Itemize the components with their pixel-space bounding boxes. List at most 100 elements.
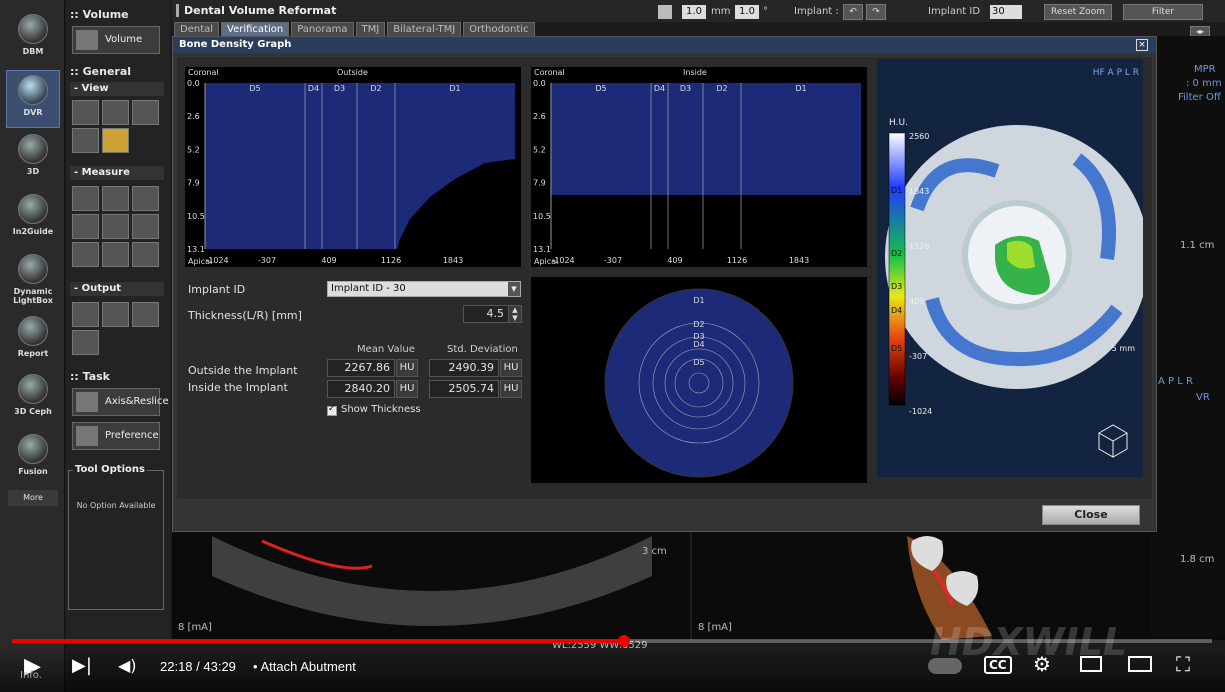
miniplayer-icon[interactable] xyxy=(1080,656,1102,672)
inside-x-tick: 409 xyxy=(667,256,682,265)
inside-std-value: 2505.74 xyxy=(429,380,499,398)
sidebar-item-in2guide[interactable]: In2Guide xyxy=(6,190,60,248)
sidebar-item-3d-ceph[interactable]: 3D Ceph xyxy=(6,370,60,428)
pan-tool-icon[interactable] xyxy=(72,100,99,125)
sidebar-item-dbm[interactable]: DBM xyxy=(6,10,60,68)
outside-mean-unit: HU xyxy=(396,359,418,377)
mpr-viewport[interactable]: MPR : 0 mm Filter Off 1.1 cm A P L R VR … xyxy=(1150,36,1225,636)
eraser-tool-icon[interactable] xyxy=(102,242,129,267)
orientation-label: A P L R xyxy=(1158,376,1193,387)
thickness-spinner[interactable]: 4.5 xyxy=(463,305,509,323)
inside-zone-label: D3 xyxy=(680,84,691,93)
hu-value-label: 2560 xyxy=(909,132,929,141)
tab-dental[interactable]: Dental xyxy=(174,22,220,36)
thickness-input[interactable]: 1.0 xyxy=(682,5,706,19)
3d-icon xyxy=(18,134,48,164)
inside-apical-label: Apical xyxy=(534,257,559,266)
disc-tool-icon[interactable] xyxy=(72,330,99,355)
ruler-tool-icon[interactable] xyxy=(72,186,99,211)
settings-gear-icon[interactable]: ⚙ xyxy=(1033,652,1051,676)
tool-panel: :: Volume Volume :: General - View - Mea… xyxy=(66,0,170,640)
dialog-titlebar[interactable]: Bone Density Graph × xyxy=(173,37,1156,53)
sidebar-item-3d[interactable]: 3D xyxy=(6,130,60,188)
task-heading: :: Task xyxy=(70,370,110,383)
dialog-close-icon[interactable]: × xyxy=(1136,39,1148,51)
annotation-tool-icon[interactable] xyxy=(102,128,129,153)
outside-coronal-label: Coronal xyxy=(188,68,219,77)
sidebar-item-fusion[interactable]: Fusion xyxy=(6,430,60,488)
filter-off-label: Filter Off xyxy=(1178,92,1221,103)
next-icon[interactable]: ▶| xyxy=(72,655,92,676)
inside-y-tick: 5.2 xyxy=(533,145,546,154)
zoom-tool-icon[interactable] xyxy=(102,100,129,125)
dialog-title: Bone Density Graph xyxy=(179,39,292,50)
sidebar-item-report[interactable]: Report xyxy=(6,312,60,370)
bone-density-dialog: Bone Density Graph × D5 D4 D3 D2 D1 0.0 2.6 5.2… xyxy=(172,36,1157,532)
pointer-tool-icon[interactable] xyxy=(72,242,99,267)
autoplay-toggle[interactable] xyxy=(928,658,962,674)
output-tools xyxy=(72,302,159,355)
mpr-label: MPR xyxy=(1194,64,1216,75)
outside-x-tick: 1126 xyxy=(381,256,401,265)
hu-colormap-view[interactable]: HF A P L R H.U. 2560 1843 1126 409 -307 -1024 D1… xyxy=(877,59,1149,477)
preference-button[interactable]: Preference xyxy=(72,422,160,450)
tab-tmj[interactable]: TMJ xyxy=(355,22,386,36)
brightness-tool-icon[interactable] xyxy=(132,100,159,125)
sidebar-item-dvr[interactable]: DVR xyxy=(6,70,60,128)
video-chapter[interactable]: • Attach Abutment xyxy=(253,659,356,674)
implant-id-dropdown[interactable]: Implant ID - 30 ▼ xyxy=(327,281,521,297)
globe-tool-icon[interactable] xyxy=(102,214,129,239)
redo-icon[interactable]: ↷ xyxy=(866,4,886,20)
output-subheading: - Output xyxy=(70,282,164,296)
undo-icon[interactable]: ↶ xyxy=(843,4,863,20)
tab-orthodontic[interactable]: Orthodontic xyxy=(463,22,535,36)
reset-zoom-button[interactable]: Reset Zoom xyxy=(1044,4,1112,20)
colormap-scale-label: 5 mm xyxy=(1112,344,1135,353)
volume-button[interactable]: Volume xyxy=(72,26,160,54)
hu-zone-label: D4 xyxy=(891,306,902,315)
video-progress-bar[interactable] xyxy=(12,635,1212,647)
inside-y-tick: 10.5 xyxy=(533,212,551,221)
theater-mode-icon[interactable] xyxy=(1128,656,1152,672)
capture-tool-icon[interactable] xyxy=(72,302,99,327)
inside-implant-label: Inside the Implant xyxy=(188,381,288,394)
sidebar-item-lightbox[interactable]: Dynamic LightBox xyxy=(6,250,60,308)
chevron-down-icon: ▼ xyxy=(508,282,520,296)
orientation-cube-icon xyxy=(1098,424,1128,458)
filter-button[interactable]: Filter xyxy=(1123,4,1203,20)
outside-apical-label: Apical xyxy=(188,257,213,266)
inside-y-tick: 2.6 xyxy=(533,112,546,121)
implant-id-label: Implant ID xyxy=(928,6,981,17)
show-thickness-checkbox[interactable] xyxy=(327,404,337,416)
inside-x-tick: -307 xyxy=(604,256,622,265)
angle-input[interactable]: 1.0 xyxy=(735,5,759,19)
lightbox-icon xyxy=(18,254,48,284)
curve-tool-icon[interactable] xyxy=(132,186,159,211)
captions-icon[interactable]: CC xyxy=(984,656,1012,674)
scale-right-top: 1.1 cm xyxy=(1180,240,1215,251)
more-button[interactable]: More xyxy=(8,490,58,506)
axis-reslice-button[interactable]: Axis&Reslice xyxy=(72,388,169,416)
fullscreen-icon[interactable]: ⛶ xyxy=(1176,652,1190,676)
save-tool-icon[interactable] xyxy=(102,302,129,327)
ceph-icon xyxy=(18,374,48,404)
arrow-tool-icon[interactable] xyxy=(132,214,159,239)
area-tool-icon[interactable] xyxy=(72,214,99,239)
show-thickness-label: Show Thickness xyxy=(341,404,421,415)
outside-zone-label: D1 xyxy=(449,84,460,93)
angle-tool-icon[interactable] xyxy=(102,186,129,211)
delete-tool-icon[interactable] xyxy=(132,242,159,267)
tab-bilateral-tmj[interactable]: Bilateral-TMJ xyxy=(387,22,462,36)
stepper-arrows-icon[interactable]: ▲ ▼ xyxy=(508,305,522,323)
close-button[interactable]: Close xyxy=(1042,505,1140,525)
print-tool-icon[interactable] xyxy=(132,302,159,327)
outside-std-value: 2490.39 xyxy=(429,359,499,377)
tab-verification[interactable]: Verification xyxy=(221,22,290,36)
fullscreen-icon[interactable] xyxy=(658,5,672,19)
crop-tool-icon[interactable] xyxy=(72,128,99,153)
hu-zone-label: D3 xyxy=(891,282,902,291)
implant-id-select[interactable]: 30 xyxy=(990,5,1022,19)
inside-density-graph: D5 D4 D3 D2 D1 0.0 2.6 5.2 7.9 10.5 13.1 -1024 -307 4… xyxy=(531,67,867,267)
tab-panorama[interactable]: Panorama xyxy=(291,22,354,36)
volume-icon[interactable]: ◀) xyxy=(118,656,137,675)
